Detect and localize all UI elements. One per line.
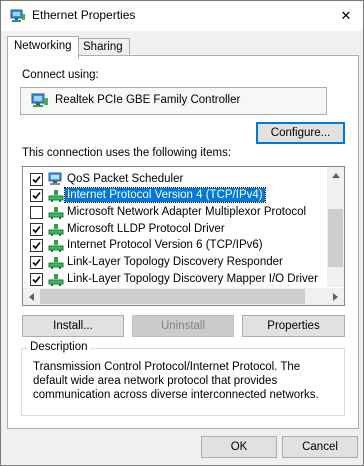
install-button-label: Install... xyxy=(53,320,93,332)
configure-button-label: Configure... xyxy=(270,127,331,139)
ethernet-properties-window: Ethernet Properties ✕ Networking Sharing… xyxy=(0,0,364,466)
list-item-label: Internet Protocol Version 4 (TCP/IPv4) xyxy=(64,187,266,203)
list-item[interactable]: Internet Protocol Version 6 (TCP/IPv6) xyxy=(23,237,323,254)
close-icon: ✕ xyxy=(340,8,352,23)
horizontal-scroll-thumb[interactable] xyxy=(40,289,305,304)
window-title: Ethernet Properties xyxy=(32,8,136,22)
vertical-scrollbar[interactable] xyxy=(327,167,344,287)
list-item[interactable]: Microsoft LLDP Protocol Driver xyxy=(23,221,323,238)
items-label: This connection uses the following items… xyxy=(22,147,232,159)
list-item-label: Internet Protocol Version 6 (TCP/IPv6) xyxy=(67,239,263,251)
tab-networking-label: Networking xyxy=(14,40,72,52)
list-item[interactable]: QoS Packet Scheduler xyxy=(23,171,323,188)
protocol-icon xyxy=(48,255,64,269)
scroll-left-icon[interactable] xyxy=(23,288,40,305)
item-checkbox[interactable] xyxy=(30,206,43,219)
list-item[interactable]: Link-Layer Topology Discovery Responder xyxy=(23,254,323,271)
item-checkbox[interactable] xyxy=(30,256,43,269)
list-item-label: QoS Packet Scheduler xyxy=(67,173,184,185)
cancel-button[interactable]: Cancel xyxy=(282,436,358,458)
vertical-scroll-thumb[interactable] xyxy=(328,209,343,267)
tab-sharing-label: Sharing xyxy=(83,41,123,53)
ok-button[interactable]: OK xyxy=(201,436,277,458)
list-item-label: Microsoft LLDP Protocol Driver xyxy=(67,223,225,235)
tab-networking[interactable]: Networking xyxy=(7,36,79,59)
description-text: Transmission Control Protocol/Internet P… xyxy=(33,361,319,401)
item-checkbox[interactable] xyxy=(30,189,43,202)
cancel-button-label: Cancel xyxy=(302,441,338,453)
close-button[interactable]: ✕ xyxy=(335,5,357,27)
list-item-label: Link-Layer Topology Discovery Mapper I/O… xyxy=(67,273,318,285)
list-item[interactable]: Internet Protocol Version 4 (TCP/IPv4) xyxy=(23,187,323,204)
adapter-field: Realtek PCIe GBE Family Controller xyxy=(20,87,327,115)
protocol-icon xyxy=(48,238,64,252)
title-bar[interactable]: Ethernet Properties ✕ xyxy=(1,1,363,31)
protocol-icon xyxy=(48,272,64,286)
uninstall-button-label: Uninstall xyxy=(160,320,206,332)
ok-button-label: OK xyxy=(230,441,248,453)
item-checkbox[interactable] xyxy=(30,223,43,236)
description-title: Description xyxy=(28,341,90,353)
horizontal-scrollbar[interactable] xyxy=(23,288,344,305)
item-checkbox[interactable] xyxy=(30,273,43,286)
list-item-label: Link-Layer Topology Discovery Responder xyxy=(67,256,283,268)
configure-button[interactable]: Configure... xyxy=(256,122,345,144)
protocol-icon xyxy=(48,222,64,236)
network-adapter-icon xyxy=(31,93,49,112)
scroll-right-icon[interactable] xyxy=(327,288,344,305)
network-adapter-icon xyxy=(10,8,26,24)
adapter-name: Realtek PCIe GBE Family Controller xyxy=(55,94,241,106)
protocol-icon xyxy=(48,205,64,219)
list-item-label: Microsoft Network Adapter Multiplexor Pr… xyxy=(67,206,307,218)
list-item[interactable]: Link-Layer Topology Discovery Mapper I/O… xyxy=(23,271,323,288)
connect-using-label: Connect using: xyxy=(22,69,99,81)
service-icon xyxy=(48,172,64,186)
item-checkbox[interactable] xyxy=(30,239,43,252)
item-checkbox[interactable] xyxy=(30,173,43,186)
uninstall-button[interactable]: Uninstall xyxy=(132,315,234,337)
properties-button-label: Properties xyxy=(267,320,320,332)
properties-button[interactable]: Properties xyxy=(242,315,345,337)
scroll-up-icon[interactable] xyxy=(327,167,344,184)
items-list[interactable]: QoS Packet Scheduler Internet Protocol Ve… xyxy=(22,166,345,306)
list-item[interactable]: Microsoft Network Adapter Multiplexor Pr… xyxy=(23,204,323,221)
install-button[interactable]: Install... xyxy=(22,315,124,337)
protocol-icon xyxy=(48,188,64,202)
